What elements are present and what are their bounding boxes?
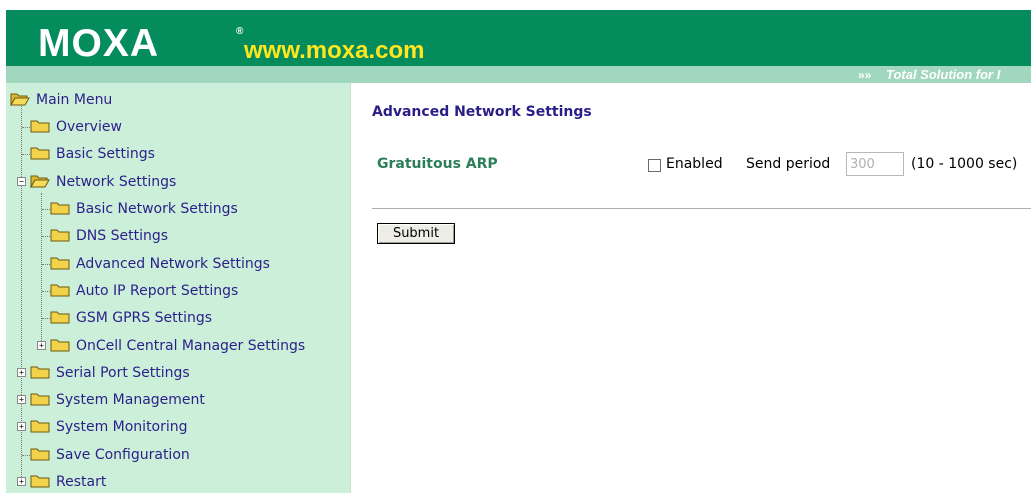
sidebar-item-label: Basic Settings bbox=[56, 146, 155, 162]
folder-icon bbox=[30, 147, 50, 160]
moxa-url[interactable]: www.moxa.com bbox=[244, 37, 425, 65]
sidebar-item-serial-port-settings[interactable]: Serial Port Settings bbox=[30, 363, 190, 383]
page-title: Advanced Network Settings bbox=[372, 104, 592, 120]
enabled-checkbox[interactable] bbox=[648, 159, 661, 172]
sidebar-tree: Main Menu Overview Basic Settings − Netw… bbox=[6, 83, 351, 493]
sidebar-item-overview[interactable]: Overview bbox=[30, 117, 122, 137]
sidebar-item-network-settings[interactable]: Network Settings bbox=[30, 172, 176, 192]
folder-open-icon bbox=[30, 175, 50, 188]
send-period-input[interactable] bbox=[846, 152, 904, 176]
folder-icon bbox=[30, 393, 50, 406]
moxa-logo[interactable]: MOXA bbox=[38, 24, 159, 64]
folder-icon bbox=[30, 475, 50, 488]
send-period-range: (10 - 1000 sec) bbox=[911, 156, 1018, 172]
folder-icon bbox=[50, 257, 70, 270]
tagline: Total Solution for I bbox=[886, 67, 1001, 82]
tagline-arrows-icon: »» bbox=[858, 68, 872, 82]
sidebar-item-oncell-central-manager-settings[interactable]: OnCell Central Manager Settings bbox=[50, 336, 305, 356]
header-strip bbox=[6, 66, 1031, 83]
submit-button[interactable]: Submit bbox=[377, 223, 455, 244]
expand-toggle[interactable]: + bbox=[17, 422, 26, 431]
sidebar-item-label: Overview bbox=[56, 119, 122, 135]
expand-toggle[interactable]: + bbox=[17, 395, 26, 404]
sidebar-item-main-menu[interactable]: Main Menu bbox=[10, 90, 112, 110]
send-period-label: Send period bbox=[746, 156, 831, 172]
sidebar-item-label: Serial Port Settings bbox=[56, 365, 190, 381]
sidebar-item-label: Save Configuration bbox=[56, 447, 190, 463]
expand-toggle[interactable]: + bbox=[17, 477, 26, 486]
sidebar-item-label: Auto IP Report Settings bbox=[76, 283, 239, 299]
enabled-label: Enabled bbox=[666, 156, 723, 172]
sidebar-item-label: System Management bbox=[56, 392, 205, 408]
folder-icon bbox=[30, 366, 50, 379]
expand-toggle[interactable]: + bbox=[17, 368, 26, 377]
folder-icon bbox=[30, 120, 50, 133]
header-banner: MOXA ® www.moxa.com »» Total Solution fo… bbox=[6, 10, 1031, 83]
gratuitous-arp-label: Gratuitous ARP bbox=[377, 156, 498, 172]
sidebar-item-gsm-gprs-settings[interactable]: GSM GPRS Settings bbox=[50, 308, 212, 328]
sidebar-item-label: OnCell Central Manager Settings bbox=[76, 338, 306, 354]
sidebar-item-label: Restart bbox=[56, 474, 107, 490]
sidebar-item-label: Advanced Network Settings bbox=[76, 256, 270, 272]
folder-icon bbox=[50, 229, 70, 242]
sidebar-item-label: GSM GPRS Settings bbox=[76, 310, 213, 326]
sidebar-item-system-monitoring[interactable]: System Monitoring bbox=[30, 417, 188, 437]
registered-mark: ® bbox=[236, 26, 244, 37]
sidebar-item-basic-network-settings[interactable]: Basic Network Settings bbox=[50, 199, 238, 219]
sidebar-item-label: Network Settings bbox=[56, 174, 177, 190]
folder-icon bbox=[30, 448, 50, 461]
expand-toggle[interactable]: + bbox=[37, 341, 46, 350]
sidebar-item-label: DNS Settings bbox=[76, 228, 169, 244]
collapse-toggle[interactable]: − bbox=[17, 177, 26, 186]
tree-line bbox=[41, 193, 42, 345]
sidebar-item-save-configuration[interactable]: Save Configuration bbox=[30, 445, 190, 465]
folder-icon bbox=[30, 420, 50, 433]
folder-icon bbox=[50, 311, 70, 324]
folder-icon bbox=[50, 284, 70, 297]
sidebar-item-label: System Monitoring bbox=[56, 419, 188, 435]
sidebar-item-label: Main Menu bbox=[36, 92, 113, 108]
folder-icon bbox=[50, 339, 70, 352]
sidebar-item-auto-ip-report-settings[interactable]: Auto IP Report Settings bbox=[50, 281, 238, 301]
sidebar-item-advanced-network-settings[interactable]: Advanced Network Settings bbox=[50, 254, 270, 274]
sidebar-item-dns-settings[interactable]: DNS Settings bbox=[50, 226, 168, 246]
divider bbox=[372, 208, 1031, 209]
folder-open-icon bbox=[10, 93, 30, 106]
folder-icon bbox=[50, 202, 70, 215]
sidebar-item-system-management[interactable]: System Management bbox=[30, 390, 205, 410]
sidebar-item-restart[interactable]: Restart bbox=[30, 472, 106, 492]
sidebar-item-basic-settings[interactable]: Basic Settings bbox=[30, 144, 155, 164]
sidebar-item-label: Basic Network Settings bbox=[76, 201, 238, 217]
